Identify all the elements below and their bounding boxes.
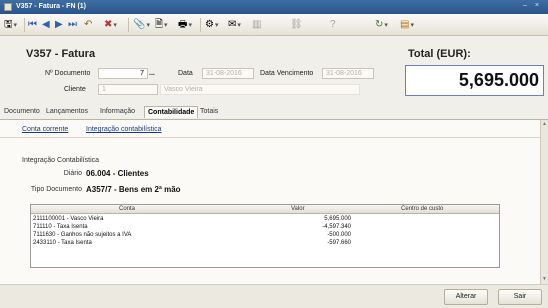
tab-contabilidade[interactable]: Contabilidade: [144, 106, 199, 118]
accounting-grid[interactable]: Conta Valor Centro de custo 2111100001 -…: [30, 204, 500, 268]
column-conta[interactable]: Conta: [119, 206, 135, 212]
toolbar-separator: [24, 18, 25, 32]
chart-icon[interactable]: ▥: [252, 19, 261, 31]
mail-icon[interactable]: ✉: [228, 19, 241, 32]
scroll-up-icon[interactable]: ▲: [541, 120, 548, 128]
window-controls[interactable]: – ×: [523, 2, 542, 9]
help-icon[interactable]: ?: [330, 19, 336, 31]
table-row[interactable]: 7111630 - Ganhos não sujeitos a IVA -500…: [31, 231, 499, 239]
cell-valor: -4,597.340: [322, 224, 351, 230]
subtab-conta-corrente[interactable]: Conta corrente: [22, 126, 68, 133]
first-record-icon[interactable]: ⏮: [28, 19, 37, 31]
total-value: 5,695.000: [405, 65, 544, 96]
grid-header: Conta Valor Centro de custo: [31, 205, 499, 214]
client-label: Cliente: [64, 86, 86, 93]
undo-icon[interactable]: ↶: [84, 19, 92, 31]
window-titlebar: V357 - Fatura - FN (1) – ×: [0, 0, 548, 14]
document-title: V357 - Fatura: [26, 48, 96, 60]
table-row[interactable]: 2433110 - Taxa Isenta -597.660: [31, 239, 499, 247]
options-icon[interactable]: ▤: [400, 19, 414, 32]
tools-icon[interactable]: ⚙: [205, 19, 218, 32]
column-centro-de-custo[interactable]: Centro de custo: [401, 206, 443, 212]
main-tabs: Documento Lançamentos Informação Contabi…: [0, 104, 548, 120]
diary-value: 06.004 - Clientes: [86, 169, 149, 178]
toolbar-separator: [128, 18, 129, 32]
column-valor[interactable]: Valor: [291, 206, 305, 212]
accounting-panel: Integração Contabilística Diário 06.004 …: [0, 138, 540, 284]
footer-bar: Alterar Sair: [0, 284, 548, 308]
cell-conta: 7111630 - Ganhos não sujeitos a IVA: [33, 232, 132, 238]
cell-conta: 2433110 - Taxa Isenta: [33, 240, 92, 246]
doc-number-label: Nº Documento: [45, 70, 91, 77]
previous-record-icon[interactable]: ◀: [42, 19, 50, 31]
doc-type-value: A357/7 - Bens em 2ª mão: [86, 185, 181, 194]
sair-button[interactable]: Sair: [498, 289, 542, 305]
cell-valor: 5,695.000: [324, 216, 351, 222]
cell-valor: -500.000: [327, 232, 351, 238]
document-header: V357 - Fatura Nº Documento 7 ... Data 31…: [0, 36, 548, 104]
toolbar-separator: [200, 18, 201, 32]
toolbar: 🖫 ⏮ ◀ ▶ ⏭ ↶ ✖ 📎 🗎 🖶 ⚙ ✉ ▥ ⛓ ? ↻ ▤: [0, 14, 548, 36]
refresh-icon[interactable]: ↻: [375, 19, 388, 32]
link-icon[interactable]: ⛓: [290, 19, 303, 31]
cell-valor: -597.660: [327, 240, 351, 246]
doc-number-field[interactable]: 7: [98, 68, 148, 79]
tab-informacao[interactable]: Informação: [100, 108, 135, 115]
last-record-icon[interactable]: ⏭: [68, 19, 77, 31]
window-title: V357 - Fatura - FN (1): [16, 3, 87, 10]
due-date-label: Data Vencimento: [260, 70, 314, 77]
attach-icon[interactable]: 📎: [133, 19, 150, 32]
print-icon[interactable]: 🖶: [178, 19, 192, 32]
sub-tabs: Conta corrente Integração contabilística: [0, 120, 540, 138]
scroll-down-icon[interactable]: ▼: [541, 275, 548, 283]
documents-icon[interactable]: 🗎: [155, 19, 168, 32]
tab-documento[interactable]: Documento: [4, 108, 40, 115]
delete-icon[interactable]: ✖: [104, 19, 117, 32]
date-label: Data: [178, 70, 193, 77]
alterar-button[interactable]: Alterar: [444, 289, 488, 305]
tab-totais[interactable]: Totais: [200, 108, 218, 115]
due-date-field[interactable]: 31-08-2016: [322, 68, 374, 79]
tab-lancamentos[interactable]: Lançamentos: [46, 108, 88, 115]
total-label: Total (EUR):: [408, 48, 471, 60]
doc-type-label: Tipo Documento: [30, 186, 82, 193]
table-row[interactable]: 2111100001 - Vasco Vieira 5,695.000: [31, 215, 499, 223]
doc-number-lookup-button[interactable]: ...: [149, 70, 155, 77]
app-icon: [4, 3, 12, 11]
integration-section-title: Integração Contabilística: [22, 157, 100, 164]
next-record-icon[interactable]: ▶: [55, 19, 63, 31]
save-icon[interactable]: 🖫: [4, 19, 17, 32]
table-row[interactable]: 711110 - Taxa Isenta -4,597.340: [31, 223, 499, 231]
cell-conta: 711110 - Taxa Isenta: [33, 224, 88, 230]
vertical-scrollbar[interactable]: ▲ ▼: [540, 120, 548, 284]
subtab-integracao-contabilistica[interactable]: Integração contabilística: [86, 126, 162, 133]
client-code-field[interactable]: 1: [98, 84, 158, 95]
client-name-field: Vasco Vieira: [160, 84, 360, 95]
date-field[interactable]: 31-08-2016: [202, 68, 254, 79]
cell-conta: 2111100001 - Vasco Vieira: [33, 216, 104, 222]
diary-label: Diário: [63, 170, 82, 177]
